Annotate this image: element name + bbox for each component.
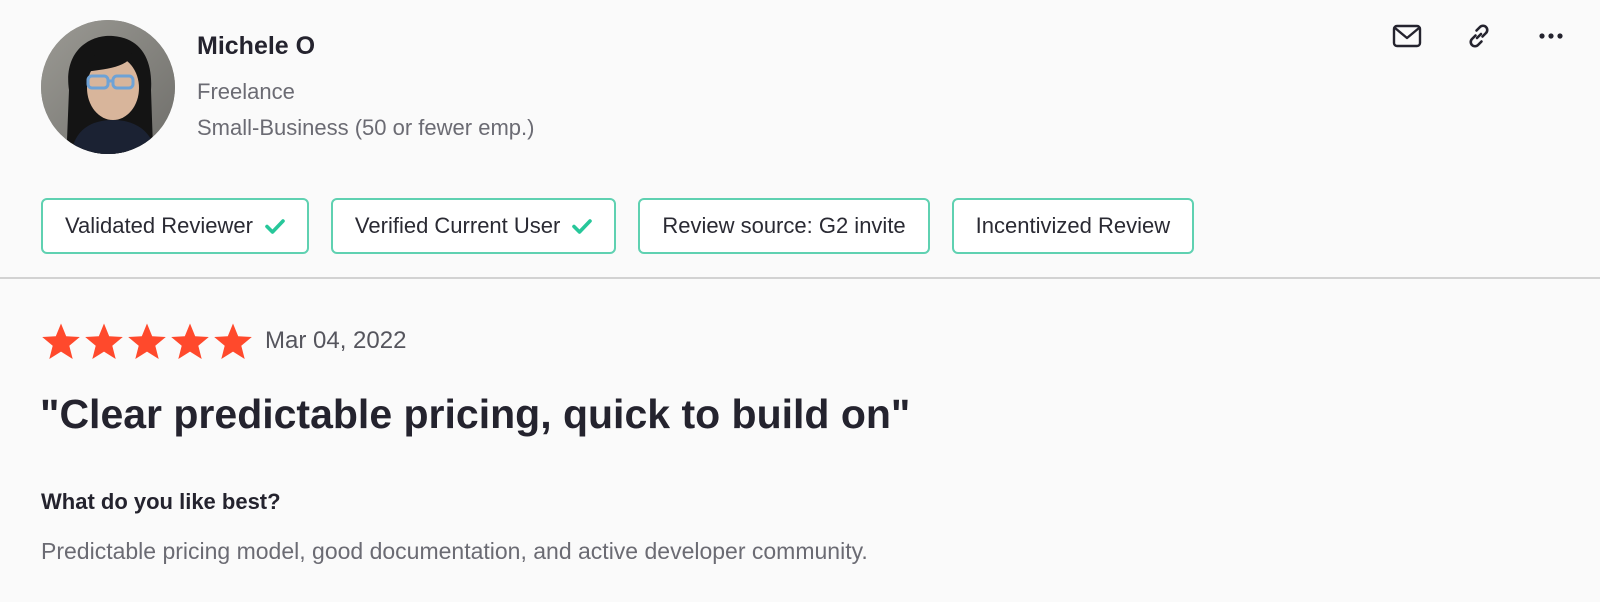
reviewer-name: Michele O: [197, 32, 316, 60]
star-icon: [42, 323, 80, 359]
badge-label: Validated Reviewer: [65, 213, 253, 238]
reviewer-title: Freelance: [197, 79, 295, 104]
more-options-button[interactable]: [1528, 18, 1574, 54]
star-icon: [171, 323, 209, 359]
link-icon: [1469, 24, 1489, 48]
section-divider: [0, 277, 1600, 279]
email-button[interactable]: [1384, 18, 1430, 54]
badge-label: Review source: G2 invite: [662, 213, 906, 238]
star-icon: [128, 323, 166, 359]
badge-label: Incentivized Review: [975, 213, 1171, 238]
badge-incentivized-review[interactable]: Incentivized Review: [951, 198, 1195, 254]
reviewer-company-size: Small-Business (50 or fewer emp.): [197, 115, 535, 140]
more-icon: [1539, 33, 1563, 39]
star-icon: [214, 323, 252, 359]
star-rating: [41, 322, 253, 360]
check-icon: [265, 218, 285, 234]
badge-validated-reviewer[interactable]: Validated Reviewer: [41, 198, 309, 254]
review-title: "Clear predictable pricing, quick to bui…: [40, 391, 911, 437]
review-date: Mar 04, 2022: [265, 327, 407, 354]
review-answer: Predictable pricing model, good document…: [41, 538, 868, 564]
badge-verified-current-user[interactable]: Verified Current User: [330, 198, 617, 254]
review-actions: [1384, 18, 1574, 54]
mail-icon: [1392, 24, 1422, 48]
star-icon: [85, 323, 123, 359]
avatar-photo: [41, 20, 175, 154]
review-badges: Validated Reviewer Verified Current User…: [41, 198, 1195, 254]
check-icon: [572, 218, 593, 234]
review-question: What do you like best?: [41, 489, 281, 514]
avatar: [41, 20, 175, 154]
rating-row: Mar 04, 2022: [41, 322, 406, 360]
badge-review-source[interactable]: Review source: G2 invite: [638, 198, 930, 254]
copy-link-button[interactable]: [1456, 18, 1502, 54]
badge-label: Verified Current User: [354, 213, 561, 238]
